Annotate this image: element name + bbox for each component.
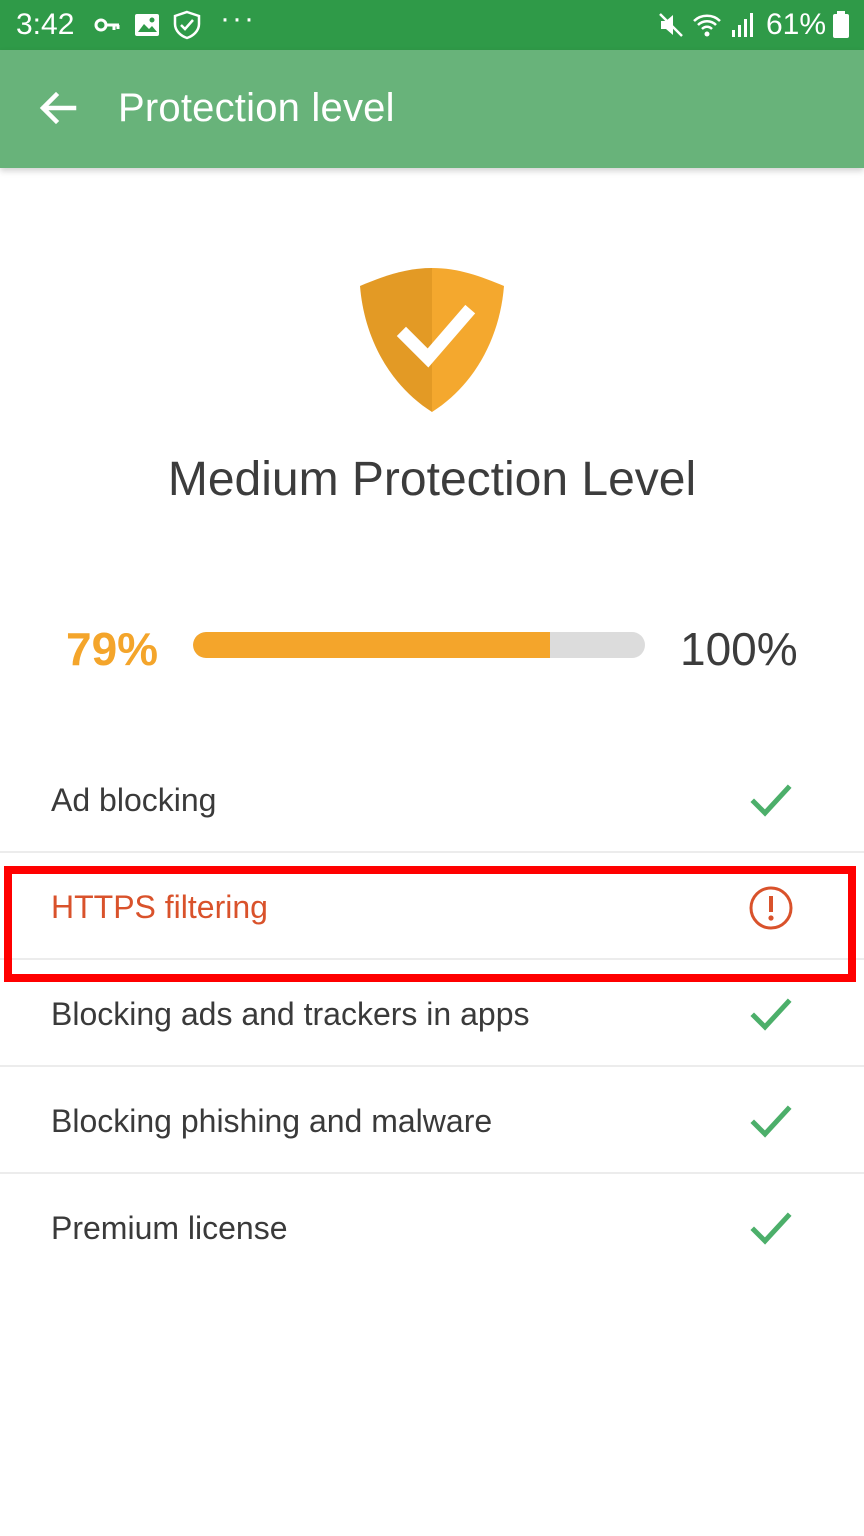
protection-level-title: Medium Protection Level — [167, 453, 697, 506]
key-icon — [94, 18, 120, 32]
mute-icon — [659, 13, 683, 37]
shield-check-icon — [360, 268, 504, 412]
feature-label: Ad blocking — [51, 782, 217, 818]
progress-max-label: 100% — [680, 623, 798, 675]
protection-level-screen: 3:42 ··· 61% Protection level Medium Pro… — [0, 0, 864, 1536]
check-icon — [748, 992, 794, 1038]
feature-label: Blocking ads and trackers in apps — [51, 996, 530, 1032]
app-bar: Protection level — [0, 50, 864, 168]
feature-label: Premium license — [51, 1210, 288, 1246]
wifi-icon — [693, 14, 721, 37]
feature-label: HTTPS filtering — [51, 889, 268, 925]
shield-check-icon — [173, 10, 201, 40]
feature-row-premium-license[interactable]: Premium license — [0, 1174, 864, 1281]
check-icon — [748, 1206, 794, 1252]
status-time: 3:42 — [16, 8, 75, 41]
check-icon — [748, 778, 794, 824]
progress-current-label: 79% — [66, 623, 159, 675]
feature-label: Blocking phishing and malware — [51, 1103, 493, 1139]
page-title: Protection level — [118, 86, 395, 130]
feature-row-phishing[interactable]: Blocking phishing and malware — [0, 1067, 864, 1174]
feature-list: Ad blocking HTTPS filtering Blocking ads… — [0, 746, 864, 1281]
feature-row-https-filtering[interactable]: HTTPS filtering — [0, 853, 864, 960]
battery-icon — [833, 11, 849, 38]
feature-row-app-tracking[interactable]: Blocking ads and trackers in apps — [0, 960, 864, 1067]
battery-percent: 61% — [766, 8, 827, 41]
signal-icon — [732, 13, 753, 37]
more-dots-icon: ··· — [220, 2, 256, 35]
image-icon — [135, 14, 159, 36]
feature-row-ad-blocking[interactable]: Ad blocking — [0, 746, 864, 853]
check-icon — [748, 1099, 794, 1145]
warning-circle-icon — [748, 885, 794, 931]
arrow-back-icon[interactable] — [26, 76, 90, 140]
progress-fill — [193, 632, 551, 658]
protection-progress-bar — [193, 632, 645, 658]
status-bar: 3:42 ··· 61% — [0, 0, 864, 50]
